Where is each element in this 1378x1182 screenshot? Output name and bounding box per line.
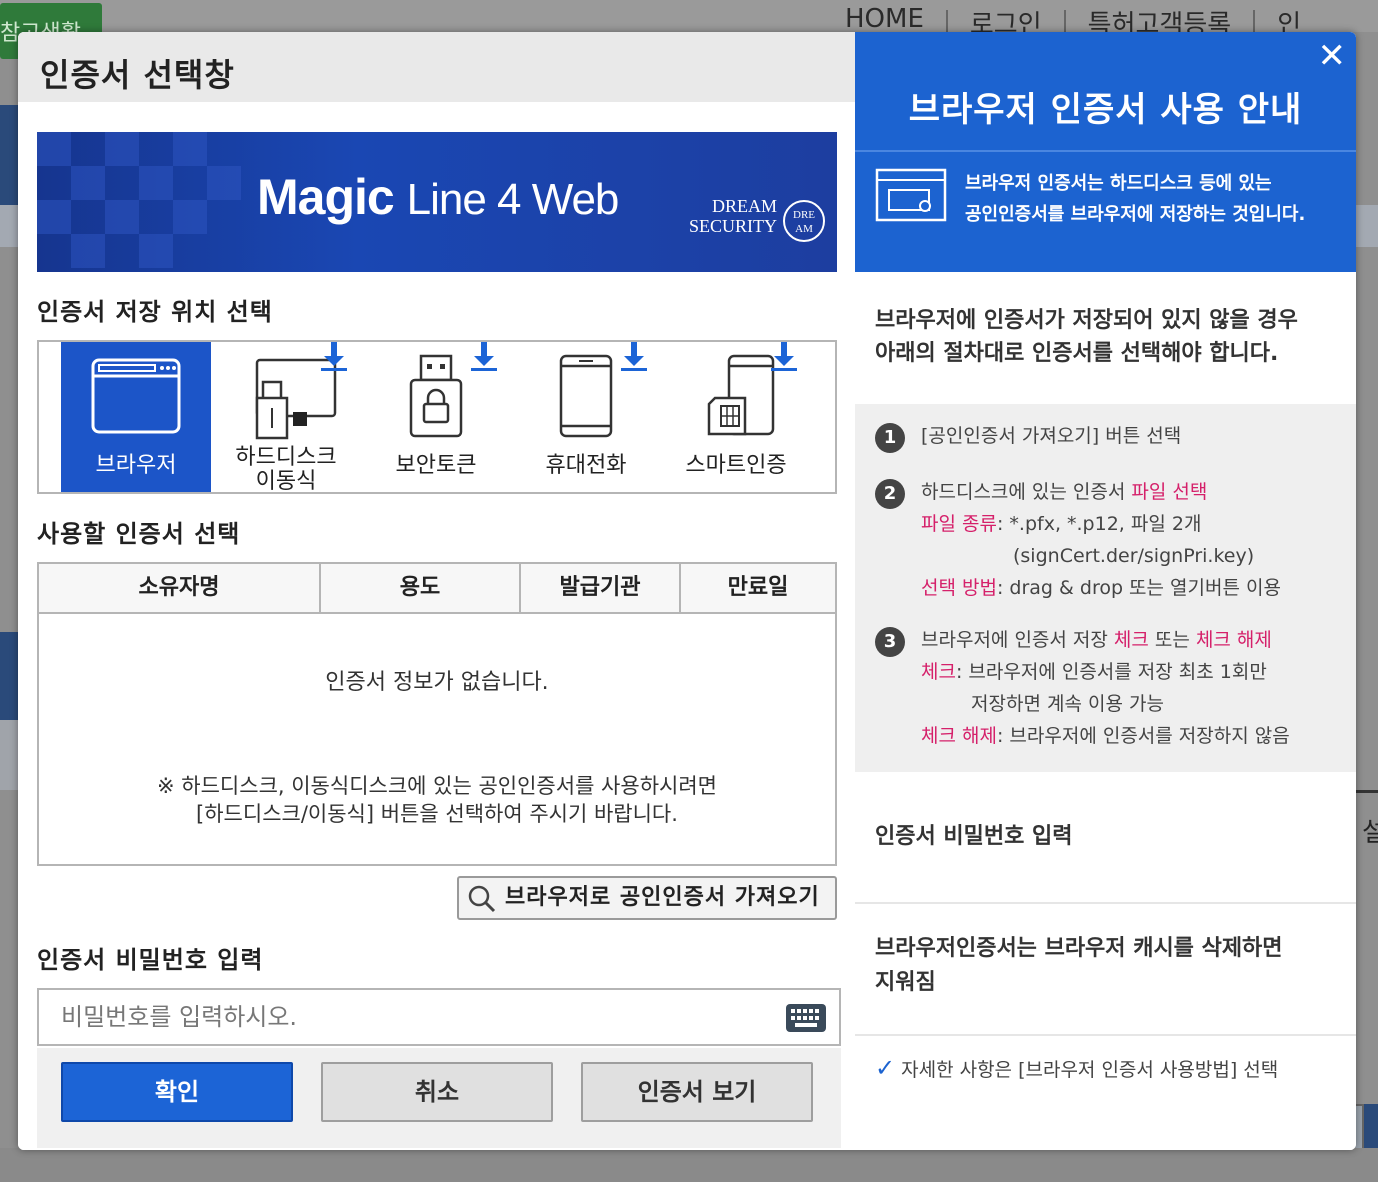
certificate-card-icon — [875, 168, 947, 222]
background-blue-block — [1364, 1104, 1378, 1154]
column-owner[interactable]: 소유자명 — [39, 564, 321, 612]
banner-title: Magic Line 4 Web — [257, 169, 619, 225]
certificate-dialog: 인증서 선택창 Magic Line 4 Web DRE AM DREAM SE… — [18, 32, 1356, 1150]
background-footer — [0, 1148, 1378, 1182]
storage-token-button[interactable]: 보안토큰 — [361, 342, 511, 492]
storage-browser-label: 브라우저 — [95, 453, 177, 478]
table-header: 소유자명 용도 발급기관 만료일 — [39, 564, 835, 614]
table-note: ※ 하드디스크, 이동식디스크에 있는 공인인증서를 사용하시려면 [하드디스크… — [157, 774, 717, 826]
storage-harddisk-button[interactable]: 하드디스크 이동식 — [211, 342, 361, 494]
import-cert-button[interactable]: 브라우저로 공인인증서 가져오기 — [457, 876, 837, 920]
guide-steps: 1 [공인인증서 가져오기] 버튼 선택 2 하드디스크에 있는 인증서 파일 … — [855, 404, 1356, 772]
guide-password-label: 인증서 비밀번호 입력 — [875, 824, 1073, 849]
view-cert-button[interactable]: 인증서 보기 — [581, 1062, 813, 1122]
certificate-select-pane: 인증서 선택창 Magic Line 4 Web DRE AM DREAM SE… — [18, 32, 855, 1150]
guide-detail-link[interactable]: ✓ 자세한 사항은 [브라우저 인증서 사용방법] 선택 — [875, 1054, 1278, 1082]
background-stripe — [0, 720, 20, 790]
cert-section-label: 사용할 인증서 선택 — [37, 520, 241, 548]
background-text: 설 — [1362, 818, 1378, 848]
guide-step-3: 3 브라우저에 인증서 저장 체크 또는 체크 해제 체크: 브라우저에 인증서… — [875, 624, 1290, 752]
magicline-banner: Magic Line 4 Web DRE AM DREAM SECURITY — [37, 132, 837, 272]
storage-smart-button[interactable]: 스마트인증 — [661, 342, 811, 492]
storage-phone-label: 휴대전화 — [545, 453, 627, 478]
download-arrow-icon — [471, 342, 497, 371]
guide-pane: ✕ 브라우저 인증서 사용 안내 브라우저 인증서는 하드디스크 등에 있는 공… — [855, 32, 1356, 1150]
step-number-badge: 3 — [875, 627, 905, 657]
dreamsecurity-logo-badge: DRE AM — [783, 200, 825, 242]
certificate-table: 소유자명 용도 발급기관 만료일 인증서 정보가 없습니다. ※ 하드디스크, … — [37, 562, 837, 866]
column-issuer[interactable]: 발급기관 — [521, 564, 681, 612]
storage-smart-label: 스마트인증 — [685, 453, 787, 478]
storage-browser-button[interactable]: 브라우저 — [61, 342, 211, 492]
guide-description: 브라우저 인증서는 하드디스크 등에 있는 공인인증서를 브라우저에 저장하는 … — [965, 173, 1306, 225]
download-arrow-icon — [621, 342, 647, 371]
storage-section-label: 인증서 저장 위치 선택 — [37, 298, 273, 326]
confirm-button[interactable]: 확인 — [61, 1062, 293, 1122]
background-divider — [1356, 790, 1378, 793]
column-expiry[interactable]: 만료일 — [681, 564, 835, 612]
guide-intro: 브라우저에 인증서가 저장되어 있지 않을 경우 아래의 절차대로 인증서를 선… — [875, 308, 1298, 366]
nav-separator — [1063, 10, 1066, 34]
download-arrow-icon — [771, 342, 797, 371]
storage-phone-button[interactable]: 휴대전화 — [511, 342, 661, 492]
cancel-button[interactable]: 취소 — [321, 1062, 553, 1122]
storage-harddisk-label: 하드디스크 이동식 — [235, 445, 337, 494]
dialog-header: 인증서 선택창 — [18, 32, 855, 102]
step-number-badge: 1 — [875, 423, 905, 453]
nav-separator — [1253, 10, 1256, 34]
virtual-keyboard-icon[interactable] — [786, 1004, 826, 1032]
column-usage[interactable]: 용도 — [321, 564, 521, 612]
storage-location-selector: 브라우저 하드디스크 이동식 보안토큰 휴대전화 스마트인증 — [37, 340, 837, 494]
download-arrow-icon — [321, 342, 347, 371]
empty-message: 인증서 정보가 없습니다. — [325, 670, 549, 695]
dreamsecurity-logo: DREAM SECURITY — [688, 196, 777, 236]
password-section-label: 인증서 비밀번호 입력 — [37, 946, 264, 974]
guide-step-1: 1 [공인인증서 가져오기] 버튼 선택 — [875, 420, 1181, 453]
background-blue-block — [0, 105, 20, 205]
storage-token-label: 보안토큰 — [395, 453, 477, 478]
guide-divider — [855, 1034, 1356, 1036]
search-icon — [468, 885, 496, 913]
dialog-title: 인증서 선택창 — [40, 56, 235, 94]
action-buttons: 확인 취소 인증서 보기 — [37, 1048, 841, 1148]
guide-step-2: 2 하드디스크에 있는 인증서 파일 선택 파일 종류: *.pfx, *.p1… — [875, 476, 1281, 604]
close-icon[interactable]: ✕ — [1318, 36, 1347, 76]
guide-cache-note: 브라우저인증서는 브라우저 캐시를 삭제하면 지워짐 — [875, 936, 1283, 995]
browser-icon — [91, 358, 181, 434]
nav-separator — [945, 10, 948, 34]
guide-title: 브라우저 인증서 사용 안내 — [908, 90, 1303, 130]
background-blue-block — [0, 632, 20, 722]
step-number-badge: 2 — [875, 479, 905, 509]
guide-divider — [855, 150, 1356, 152]
password-input[interactable] — [37, 988, 841, 1046]
guide-header: ✕ 브라우저 인증서 사용 안내 브라우저 인증서는 하드디스크 등에 있는 공… — [855, 32, 1356, 272]
guide-divider — [855, 902, 1356, 904]
check-icon: ✓ — [875, 1054, 896, 1082]
